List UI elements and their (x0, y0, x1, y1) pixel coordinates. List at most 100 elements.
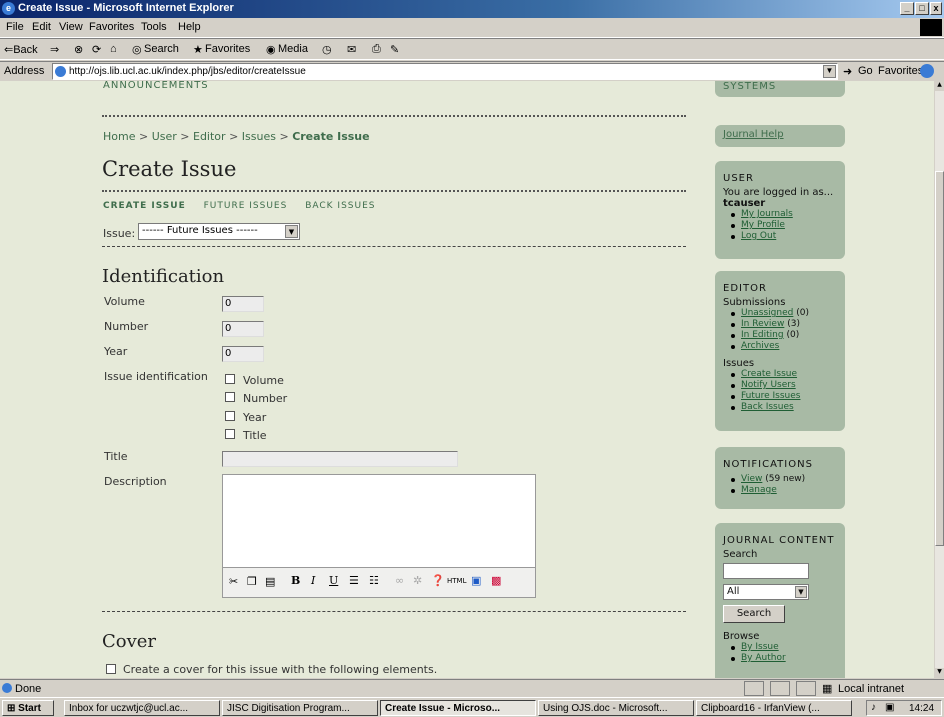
unlink-icon[interactable]: ✲ (413, 574, 422, 587)
html-icon[interactable]: HTML (447, 577, 466, 585)
create-issue-link[interactable]: Create Issue (741, 369, 797, 379)
my-profile-link[interactable]: My Profile (741, 220, 785, 230)
mail-icon[interactable]: ✉ (347, 43, 356, 56)
menu-view[interactable]: View (59, 21, 83, 33)
menu-tools[interactable]: Tools (141, 21, 167, 33)
bold-icon[interactable]: B (291, 574, 300, 587)
checkbox-title[interactable] (225, 429, 235, 439)
task-create-issue[interactable]: Create Issue - Microso... (380, 700, 536, 716)
maximize-button[interactable]: □ (915, 2, 929, 15)
scrollbar-thumb[interactable] (935, 171, 944, 546)
scroll-up-arrow-icon[interactable]: ▲ (935, 81, 944, 91)
address-dropdown-arrow-icon[interactable]: ▼ (823, 65, 836, 78)
system-tray: ♪ ▣ 14:24 (866, 700, 942, 716)
breadcrumb-issues[interactable]: Issues (242, 130, 276, 143)
zone-text: Local intranet (838, 683, 905, 695)
tab-future-issues[interactable]: FUTURE ISSUES (204, 201, 288, 211)
search-scope-select[interactable]: All ▼ (723, 584, 809, 600)
checkbox-number[interactable] (225, 392, 235, 402)
favorites-button[interactable]: Favorites (205, 43, 250, 55)
breadcrumb-user[interactable]: User (152, 130, 177, 143)
refresh-button[interactable]: ⟳ (92, 43, 101, 56)
menu-file[interactable]: File (6, 21, 24, 33)
help-icon[interactable]: ❓ (431, 574, 445, 587)
in-editing-link[interactable]: In Editing (741, 330, 784, 340)
underline-icon[interactable]: U (329, 574, 338, 587)
announcements-link[interactable]: ANNOUNCEMENTS (103, 81, 209, 91)
checkbox-cover[interactable] (106, 664, 116, 674)
menu-edit[interactable]: Edit (32, 21, 51, 33)
browse-label: Browse (723, 631, 760, 642)
unassigned-link[interactable]: Unassigned (741, 308, 793, 318)
in-review-link[interactable]: In Review (741, 319, 784, 329)
bullet-list-icon[interactable]: ☰ (349, 574, 359, 587)
in-editing-count: (0) (786, 330, 800, 340)
address-input[interactable]: http://ojs.lib.ucl.ac.uk/index.php/jbs/e… (52, 63, 838, 80)
task-using-ojs[interactable]: Using OJS.doc - Microsoft... (538, 700, 694, 716)
start-button[interactable]: ⊞ Start (2, 700, 54, 716)
list-item: Notify Users (731, 380, 837, 391)
issue-select[interactable]: ------ Future Issues ------ ▼ (138, 223, 300, 240)
menu-favorites[interactable]: Favorites (89, 21, 134, 33)
year-input[interactable]: 0 (222, 346, 264, 362)
browse-by-author-link[interactable]: By Author (741, 653, 786, 663)
checkbox-year[interactable] (225, 411, 235, 421)
italic-icon[interactable]: I (311, 574, 315, 587)
copy-icon[interactable]: ❐ (247, 575, 257, 588)
history-icon[interactable]: ◷ (322, 43, 332, 56)
search-button[interactable]: Search (144, 43, 179, 55)
volume-icon[interactable]: ♪ (871, 702, 876, 713)
search-input[interactable] (723, 563, 809, 579)
future-issues-link[interactable]: Future Issues (741, 391, 800, 401)
volume-input[interactable]: 0 (222, 296, 264, 312)
stop-button[interactable]: ⊗ (74, 43, 83, 56)
go-button[interactable]: Go (858, 65, 873, 77)
address-bar: Address http://ojs.lib.ucl.ac.uk/index.p… (0, 61, 944, 81)
journal-help-link[interactable]: Journal Help (723, 129, 784, 140)
systems-link[interactable]: SYSTEMS (723, 81, 776, 92)
description-editor[interactable] (222, 474, 536, 568)
print-icon[interactable]: ⎙ (372, 43, 381, 56)
browse-by-issue-link[interactable]: By Issue (741, 642, 779, 652)
minimize-button[interactable]: _ (900, 2, 914, 15)
image-icon[interactable]: ▩ (491, 574, 501, 587)
tab-back-issues[interactable]: BACK ISSUES (305, 201, 375, 211)
home-button[interactable]: ⌂ (110, 43, 117, 55)
network-icon[interactable]: ▣ (885, 702, 894, 713)
task-inbox[interactable]: Inbox for uczwtjc@ucl.ac... (64, 700, 220, 716)
task-jisc[interactable]: JISC Digitisation Program... (222, 700, 378, 716)
links-favorites[interactable]: Favorites (878, 65, 923, 77)
fullscreen-icon[interactable]: ▣ (471, 574, 481, 587)
vertical-scrollbar[interactable]: ▲ ▼ (934, 81, 944, 678)
menu-help[interactable]: Help (178, 21, 201, 33)
back-issues-link[interactable]: Back Issues (741, 402, 794, 412)
tab-create-issue[interactable]: CREATE ISSUE (103, 201, 186, 211)
back-button[interactable]: ⇐Back (4, 43, 38, 56)
my-journals-link[interactable]: My Journals (741, 209, 793, 219)
scroll-down-arrow-icon[interactable]: ▼ (935, 668, 944, 678)
title-input[interactable] (222, 451, 458, 467)
view-notifications-link[interactable]: View (741, 474, 762, 484)
edit-icon[interactable]: ✎ (390, 43, 399, 56)
page-content: ANNOUNCEMENTS Home > User > Editor > Iss… (0, 81, 934, 678)
cut-icon[interactable]: ✂ (229, 575, 238, 588)
forward-button[interactable]: ⇒ (50, 43, 59, 56)
links-icon[interactable] (920, 64, 934, 78)
window-title: Create Issue - Microsoft Internet Explor… (18, 2, 234, 14)
breadcrumb-editor[interactable]: Editor (193, 130, 226, 143)
number-input[interactable]: 0 (222, 321, 264, 337)
task-irfanview[interactable]: Clipboard16 - IrfanView (... (696, 700, 852, 716)
numbered-list-icon[interactable]: ☷ (369, 574, 379, 587)
link-icon[interactable]: ∞ (395, 574, 404, 587)
manage-notifications-link[interactable]: Manage (741, 485, 777, 495)
breadcrumb-home[interactable]: Home (103, 130, 135, 143)
search-button[interactable]: Search (723, 605, 785, 623)
media-button[interactable]: Media (278, 43, 308, 55)
archives-link[interactable]: Archives (741, 341, 779, 351)
paste-icon[interactable]: ▤ (265, 575, 275, 588)
notify-users-link[interactable]: Notify Users (741, 380, 796, 390)
search-label: Search (723, 549, 758, 560)
log-out-link[interactable]: Log Out (741, 231, 776, 241)
checkbox-volume[interactable] (225, 374, 235, 384)
close-button[interactable]: x (930, 2, 942, 15)
